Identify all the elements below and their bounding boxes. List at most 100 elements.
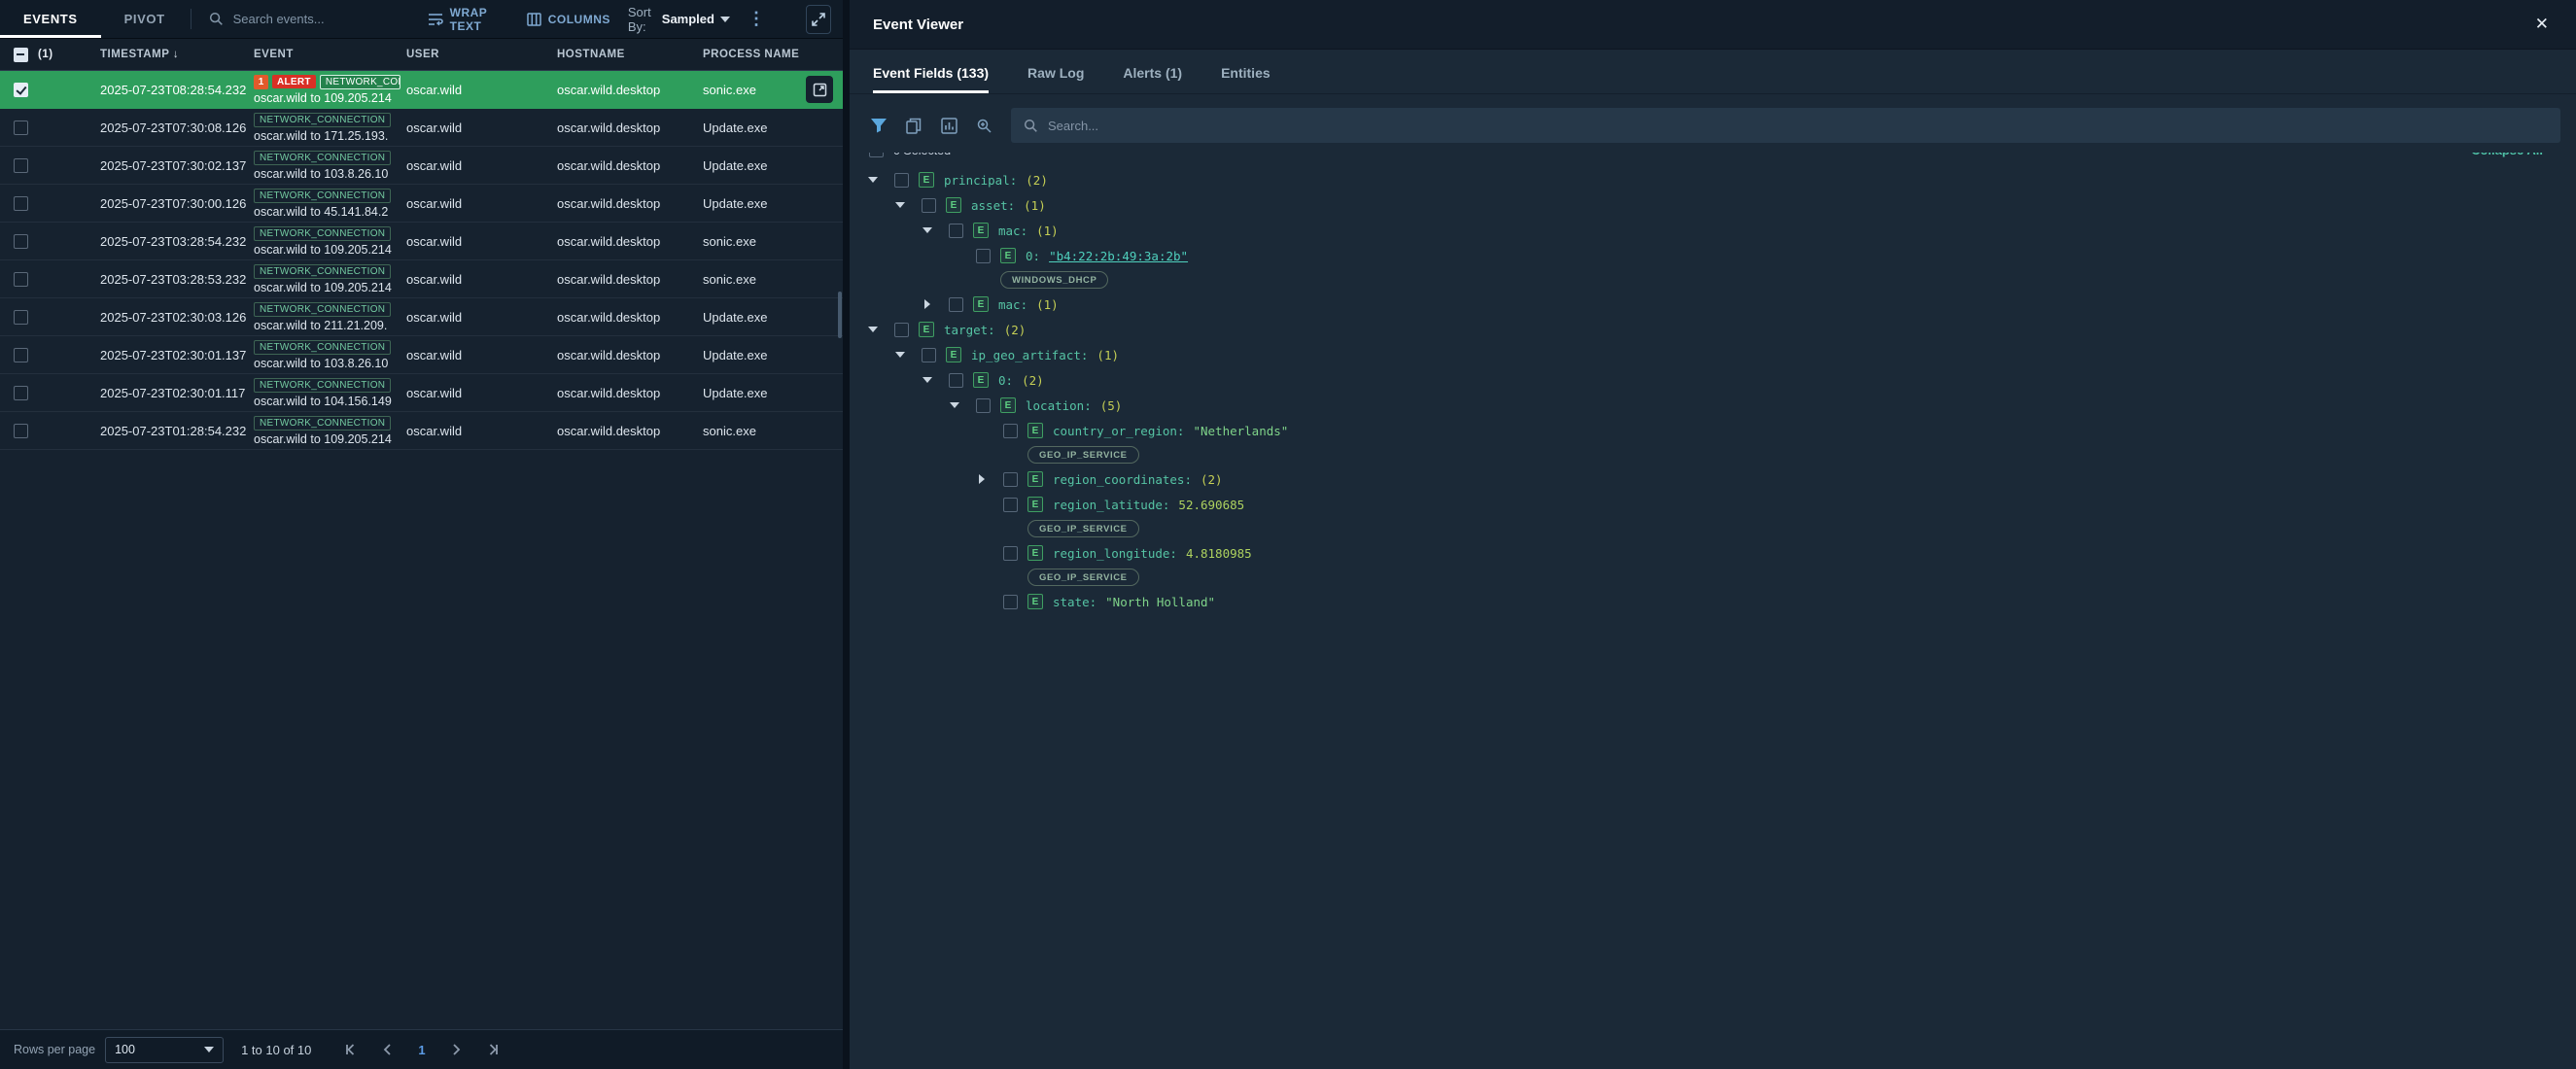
tree-node[interactable]: E0:(2) bbox=[850, 367, 2576, 393]
tree-checkbox[interactable] bbox=[922, 348, 936, 362]
tree-checkbox[interactable] bbox=[922, 198, 936, 213]
column-header-event[interactable]: EVENT bbox=[254, 49, 406, 60]
table-row[interactable]: 2025-07-23T03:28:53.232 NETWORK_CONNECTI… bbox=[0, 260, 843, 298]
tree-node[interactable]: Etarget:(2) bbox=[850, 317, 2576, 342]
row-checkbox[interactable] bbox=[14, 121, 28, 135]
table-row[interactable]: 2025-07-23T07:30:08.126 NETWORK_CONNECTI… bbox=[0, 109, 843, 147]
tree-node[interactable]: Emac:(1) bbox=[850, 292, 2576, 317]
sort-by-dropdown[interactable]: Sampled bbox=[662, 12, 730, 26]
tree-node[interactable]: Easset:(1) bbox=[850, 192, 2576, 218]
tree-checkbox[interactable] bbox=[1003, 595, 1018, 609]
search-options-icon[interactable] bbox=[966, 110, 1001, 141]
entity-icon: E bbox=[973, 372, 989, 388]
column-header-timestamp[interactable]: TIMESTAMP ↓ bbox=[100, 49, 254, 60]
table-row[interactable]: 2025-07-23T02:30:03.126 NETWORK_CONNECTI… bbox=[0, 298, 843, 336]
row-event-detail: oscar.wild to 109.205.214 bbox=[254, 243, 400, 257]
tree-checkbox[interactable] bbox=[1003, 424, 1018, 438]
first-page-button[interactable] bbox=[344, 1043, 358, 1056]
chevron-down-icon[interactable] bbox=[863, 320, 883, 339]
chevron-down-icon[interactable] bbox=[890, 345, 910, 364]
tab-pivot[interactable]: PIVOT bbox=[101, 0, 189, 38]
tree-checkbox[interactable] bbox=[1003, 546, 1018, 561]
tree-checkbox[interactable] bbox=[894, 323, 909, 337]
wrap-text-button[interactable]: WRAP TEXT bbox=[428, 6, 509, 33]
table-footer: Rows per page 100 1 to 10 of 10 1 bbox=[0, 1029, 843, 1069]
more-options-button[interactable]: ⋮ bbox=[748, 9, 766, 29]
tree-checkbox[interactable] bbox=[976, 249, 991, 263]
tree-checkbox[interactable] bbox=[949, 297, 963, 312]
chevron-right-icon[interactable] bbox=[918, 294, 937, 314]
tree-node[interactable]: Ecountry_or_region:"Netherlands" bbox=[850, 418, 2576, 443]
table-scrollbar[interactable] bbox=[838, 292, 842, 338]
chevron-down-icon[interactable] bbox=[918, 370, 937, 390]
tree-node[interactable]: Elocation:(5) bbox=[850, 393, 2576, 418]
column-header-process[interactable]: PROCESS NAME bbox=[703, 49, 843, 60]
tree-node[interactable]: Eregion_latitude:52.690685 bbox=[850, 492, 2576, 517]
tree-checkbox[interactable] bbox=[1003, 498, 1018, 512]
expand-panel-button[interactable] bbox=[806, 5, 831, 34]
chevron-down-icon[interactable] bbox=[918, 221, 937, 240]
column-header-hostname[interactable]: HOSTNAME bbox=[557, 49, 703, 60]
row-event-cell: NETWORK_CONNECTION oscar.wild to 109.205… bbox=[254, 264, 406, 294]
copy-icon[interactable] bbox=[896, 110, 931, 141]
row-event-cell: NETWORK_CONNECTION oscar.wild to 109.205… bbox=[254, 226, 406, 257]
row-checkbox[interactable] bbox=[14, 196, 28, 211]
table-row[interactable]: 2025-07-23T07:30:02.137 NETWORK_CONNECTI… bbox=[0, 147, 843, 185]
tree-node[interactable]: Estate:"North Holland" bbox=[850, 589, 2576, 614]
search-icon bbox=[209, 12, 224, 26]
row-checkbox[interactable] bbox=[14, 386, 28, 400]
tab-entities[interactable]: Entities bbox=[1221, 65, 1271, 93]
row-checkbox[interactable] bbox=[14, 83, 28, 97]
fields-search-input[interactable] bbox=[1048, 119, 2548, 133]
chevron-down-icon[interactable] bbox=[890, 195, 910, 215]
table-row[interactable]: 2025-07-23T08:28:54.232 1 ALERT NETWORK_… bbox=[0, 71, 843, 109]
tree-checkbox[interactable] bbox=[949, 224, 963, 238]
tree-checkbox[interactable] bbox=[949, 373, 963, 388]
tree-node[interactable]: E0:"b4:22:2b:49:3a:2b" bbox=[850, 243, 2576, 268]
table-row[interactable]: 2025-07-23T02:30:01.137 NETWORK_CONNECTI… bbox=[0, 336, 843, 374]
tree-checkbox[interactable] bbox=[894, 173, 909, 188]
previous-page-button[interactable] bbox=[381, 1043, 395, 1056]
chevron-down-icon[interactable] bbox=[863, 170, 883, 190]
event-type-badge: NETWORK_CONNECTION bbox=[254, 416, 391, 431]
tab-event-fields-133[interactable]: Event Fields (133) bbox=[873, 65, 989, 93]
table-row[interactable]: 2025-07-23T03:28:54.232 NETWORK_CONNECTI… bbox=[0, 223, 843, 260]
table-row[interactable]: 2025-07-23T02:30:01.117 NETWORK_CONNECTI… bbox=[0, 374, 843, 412]
close-icon[interactable]: ✕ bbox=[2531, 11, 2553, 38]
table-row[interactable]: 2025-07-23T01:28:54.232 NETWORK_CONNECTI… bbox=[0, 412, 843, 450]
row-checkbox[interactable] bbox=[14, 158, 28, 173]
row-checkbox[interactable] bbox=[14, 272, 28, 287]
tree-checkbox[interactable] bbox=[976, 398, 991, 413]
current-page-button[interactable]: 1 bbox=[418, 1043, 425, 1057]
chevron-down-icon[interactable] bbox=[945, 396, 964, 415]
tree-node[interactable]: Eip_geo_artifact:(1) bbox=[850, 342, 2576, 367]
table-row[interactable]: 2025-07-23T07:30:00.126 NETWORK_CONNECTI… bbox=[0, 185, 843, 223]
tree-checkbox[interactable] bbox=[1003, 472, 1018, 487]
tab-alerts-1[interactable]: Alerts (1) bbox=[1123, 65, 1182, 93]
row-checkbox[interactable] bbox=[14, 234, 28, 249]
row-checkbox[interactable] bbox=[14, 348, 28, 362]
tab-events[interactable]: EVENTS bbox=[0, 0, 101, 38]
open-event-button[interactable] bbox=[806, 76, 833, 103]
tree-node[interactable]: Eprincipal:(2) bbox=[850, 167, 2576, 192]
next-page-button[interactable] bbox=[449, 1043, 463, 1056]
row-process: sonic.exe bbox=[703, 424, 843, 438]
chevron-right-icon[interactable] bbox=[972, 469, 992, 489]
events-search-input[interactable] bbox=[233, 12, 428, 26]
add-chart-icon[interactable] bbox=[931, 110, 966, 141]
rows-per-page-select[interactable]: 100 bbox=[105, 1037, 224, 1063]
tree-node[interactable]: Eregion_coordinates:(2) bbox=[850, 466, 2576, 492]
row-event-detail: oscar.wild to 103.8.26.10 bbox=[254, 357, 400, 370]
column-header-user[interactable]: USER bbox=[406, 49, 557, 60]
filter-icon[interactable] bbox=[861, 110, 896, 141]
field-value[interactable]: "b4:22:2b:49:3a:2b" bbox=[1049, 249, 1188, 263]
tree-node[interactable]: Eregion_longitude:4.8180985 bbox=[850, 540, 2576, 566]
tree-node[interactable]: Emac:(1) bbox=[850, 218, 2576, 243]
row-checkbox[interactable] bbox=[14, 424, 28, 438]
columns-button[interactable]: COLUMNS bbox=[527, 13, 610, 26]
panel-divider[interactable] bbox=[843, 0, 850, 1069]
row-checkbox[interactable] bbox=[14, 310, 28, 325]
last-page-button[interactable] bbox=[486, 1043, 500, 1056]
tab-raw-log[interactable]: Raw Log bbox=[1027, 65, 1084, 93]
select-all-checkbox[interactable] bbox=[14, 48, 28, 62]
